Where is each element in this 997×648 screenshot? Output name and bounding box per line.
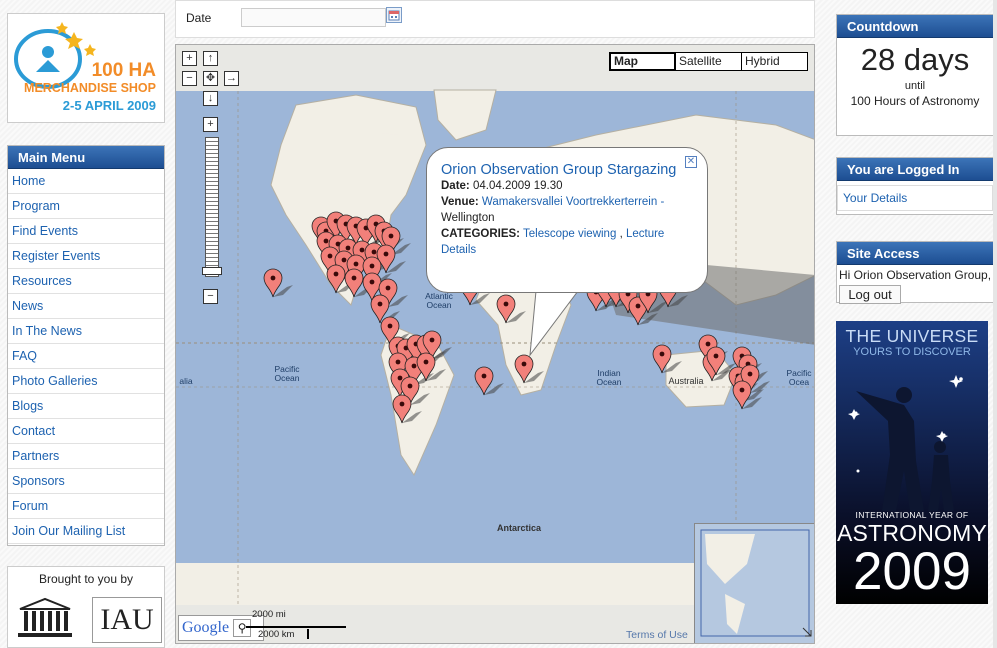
scale-bar	[246, 626, 346, 639]
menu-item-forum[interactable]: Forum	[8, 494, 164, 519]
event-marker[interactable]	[416, 352, 446, 382]
logout-button[interactable]: Log out	[839, 285, 901, 304]
pan-up-button[interactable]: ↑	[203, 51, 218, 66]
event-marker[interactable]	[392, 394, 422, 424]
menu-item-blogs[interactable]: Blogs	[8, 394, 164, 419]
ocean-label-indian: Indian Ocean	[596, 368, 622, 387]
menu-item-register-events[interactable]: Register Events	[8, 244, 164, 269]
zoom-in-button[interactable]: +	[203, 117, 218, 132]
countdown-title: Countdown	[837, 15, 993, 38]
zoom-in-small-button[interactable]: +	[182, 51, 197, 66]
countdown-until: until	[904, 80, 926, 92]
pan-right-button[interactable]: →	[224, 71, 239, 86]
unesco-logo[interactable]	[16, 597, 74, 639]
main-menu-title: Main Menu	[8, 146, 164, 169]
event-marker[interactable]	[496, 294, 526, 324]
menu-item-mailing-list[interactable]: Join Our Mailing List	[8, 519, 164, 544]
event-details-link[interactable]: Details	[441, 244, 476, 256]
pan-center-button[interactable]: ✥	[203, 71, 218, 86]
zoom-out-small-button[interactable]: −	[182, 71, 197, 86]
event-info-window: ✕ Orion Observation Group Stargazing Dat…	[426, 147, 708, 293]
menu-item-news[interactable]: News	[8, 294, 164, 319]
promo-line-3: 2-5 APRIL 2009	[62, 98, 156, 113]
poster-headline: THE UNIVERSE	[845, 326, 979, 346]
poster-subheadline: YOURS TO DISCOVER	[853, 346, 971, 358]
venue-link[interactable]: Wamakersvallei Voortrekkerterrein -	[482, 196, 664, 208]
your-details-link[interactable]: Your Details	[837, 185, 993, 211]
event-marker[interactable]	[263, 268, 293, 298]
iya-2009-poster[interactable]: THE UNIVERSE YOURS TO DISCOVER INTERNATI…	[836, 321, 988, 604]
overview-map[interactable]	[694, 523, 814, 643]
menu-item-in-the-news[interactable]: In The News	[8, 319, 164, 344]
map-label-australia: Australia	[668, 376, 704, 386]
map-type-map[interactable]: Map	[609, 52, 676, 71]
countdown-days: 28 days	[860, 42, 970, 77]
ocean-label-atlantic: Atlantic Ocean	[425, 291, 453, 310]
map-label-antarctica: Antarctica	[497, 523, 542, 533]
menu-item-program[interactable]: Program	[8, 194, 164, 219]
pan-down-button[interactable]: ↓	[203, 91, 218, 106]
merchandise-shop-banner[interactable]: 100 HA MERCHANDISE SHOP 2-5 APRIL 2009	[7, 13, 165, 123]
event-categories: CATEGORIES: Telescope viewing , Lecture	[441, 228, 665, 240]
category-lecture-link[interactable]: Lecture	[626, 228, 664, 240]
countdown-event: 100 Hours of Astronomy	[850, 94, 980, 108]
event-title-link[interactable]: Orion Observation Group Stargazing	[441, 162, 693, 178]
main-menu: Main Menu Home Program Find Events Regis…	[7, 145, 165, 546]
menu-item-find-events[interactable]: Find Events	[8, 219, 164, 244]
menu-item-partners[interactable]: Partners	[8, 444, 164, 469]
menu-item-sponsors[interactable]: Sponsors	[8, 469, 164, 494]
site-access-title: Site Access	[837, 242, 993, 265]
event-marker[interactable]	[652, 344, 682, 374]
brought-label: Brought to you by	[38, 572, 134, 586]
event-venue: Venue: Wamakersvallei Voortrekkerterrein…	[441, 196, 665, 224]
zoom-slider[interactable]	[205, 137, 219, 277]
menu-item-faq[interactable]: FAQ	[8, 344, 164, 369]
date-filter-bar: Date	[175, 0, 815, 38]
logged-in-box: You are Logged In Your Details	[836, 157, 994, 215]
menu-item-home[interactable]: Home	[8, 169, 164, 194]
event-date: Date: 04.04.2009 19.30	[441, 180, 563, 192]
menu-item-contact[interactable]: Contact	[8, 419, 164, 444]
greeting-text: Hi Orion Observation Group,	[839, 268, 992, 282]
menu-item-resources[interactable]: Resources	[8, 269, 164, 294]
map-type-hybrid[interactable]: Hybrid	[741, 52, 808, 71]
ocean-label-pacific-left: Pacific Ocean	[274, 364, 300, 383]
terms-of-use-link[interactable]: Terms of Use	[626, 629, 688, 641]
map-type-satellite[interactable]: Satellite	[675, 52, 742, 71]
date-label: Date	[186, 11, 212, 25]
event-marker[interactable]	[474, 366, 504, 396]
promo-line-1: 100 HA	[91, 60, 156, 81]
logged-in-title: You are Logged In	[837, 158, 993, 181]
category-telescope-link[interactable]: Telescope viewing	[523, 228, 616, 240]
poster-international-year: INTERNATIONAL YEAR OF	[855, 510, 969, 520]
map-edge-label: alia	[179, 376, 193, 386]
ocean-label-pacific-right: Pacific Ocea	[786, 368, 812, 387]
events-map[interactable]: + ↑ − ✥ → ↓ + − Map Satellite Hybrid Pac…	[175, 44, 815, 644]
zoom-out-button[interactable]: −	[203, 289, 218, 304]
poster-year: 2009	[853, 542, 971, 601]
iau-logo[interactable]: IAU	[92, 597, 162, 643]
brought-to-you-by: Brought to you by IAU	[7, 566, 165, 648]
site-access-box: Site Access Hi Orion Observation Group, …	[836, 241, 994, 304]
promo-line-2: MERCHANDISE SHOP	[24, 81, 156, 95]
date-input[interactable]	[241, 8, 386, 27]
menu-item-photo-galleries[interactable]: Photo Galleries	[8, 369, 164, 394]
page-scrollbar[interactable]	[993, 0, 997, 648]
info-window-pointer	[529, 285, 579, 357]
calendar-icon[interactable]	[386, 7, 402, 23]
countdown-box: Countdown 28 days until 100 Hours of Ast…	[836, 14, 994, 136]
stargazers-silhouette	[848, 375, 963, 511]
zoom-slider-handle[interactable]	[202, 267, 222, 275]
close-icon[interactable]: ✕	[685, 156, 697, 168]
